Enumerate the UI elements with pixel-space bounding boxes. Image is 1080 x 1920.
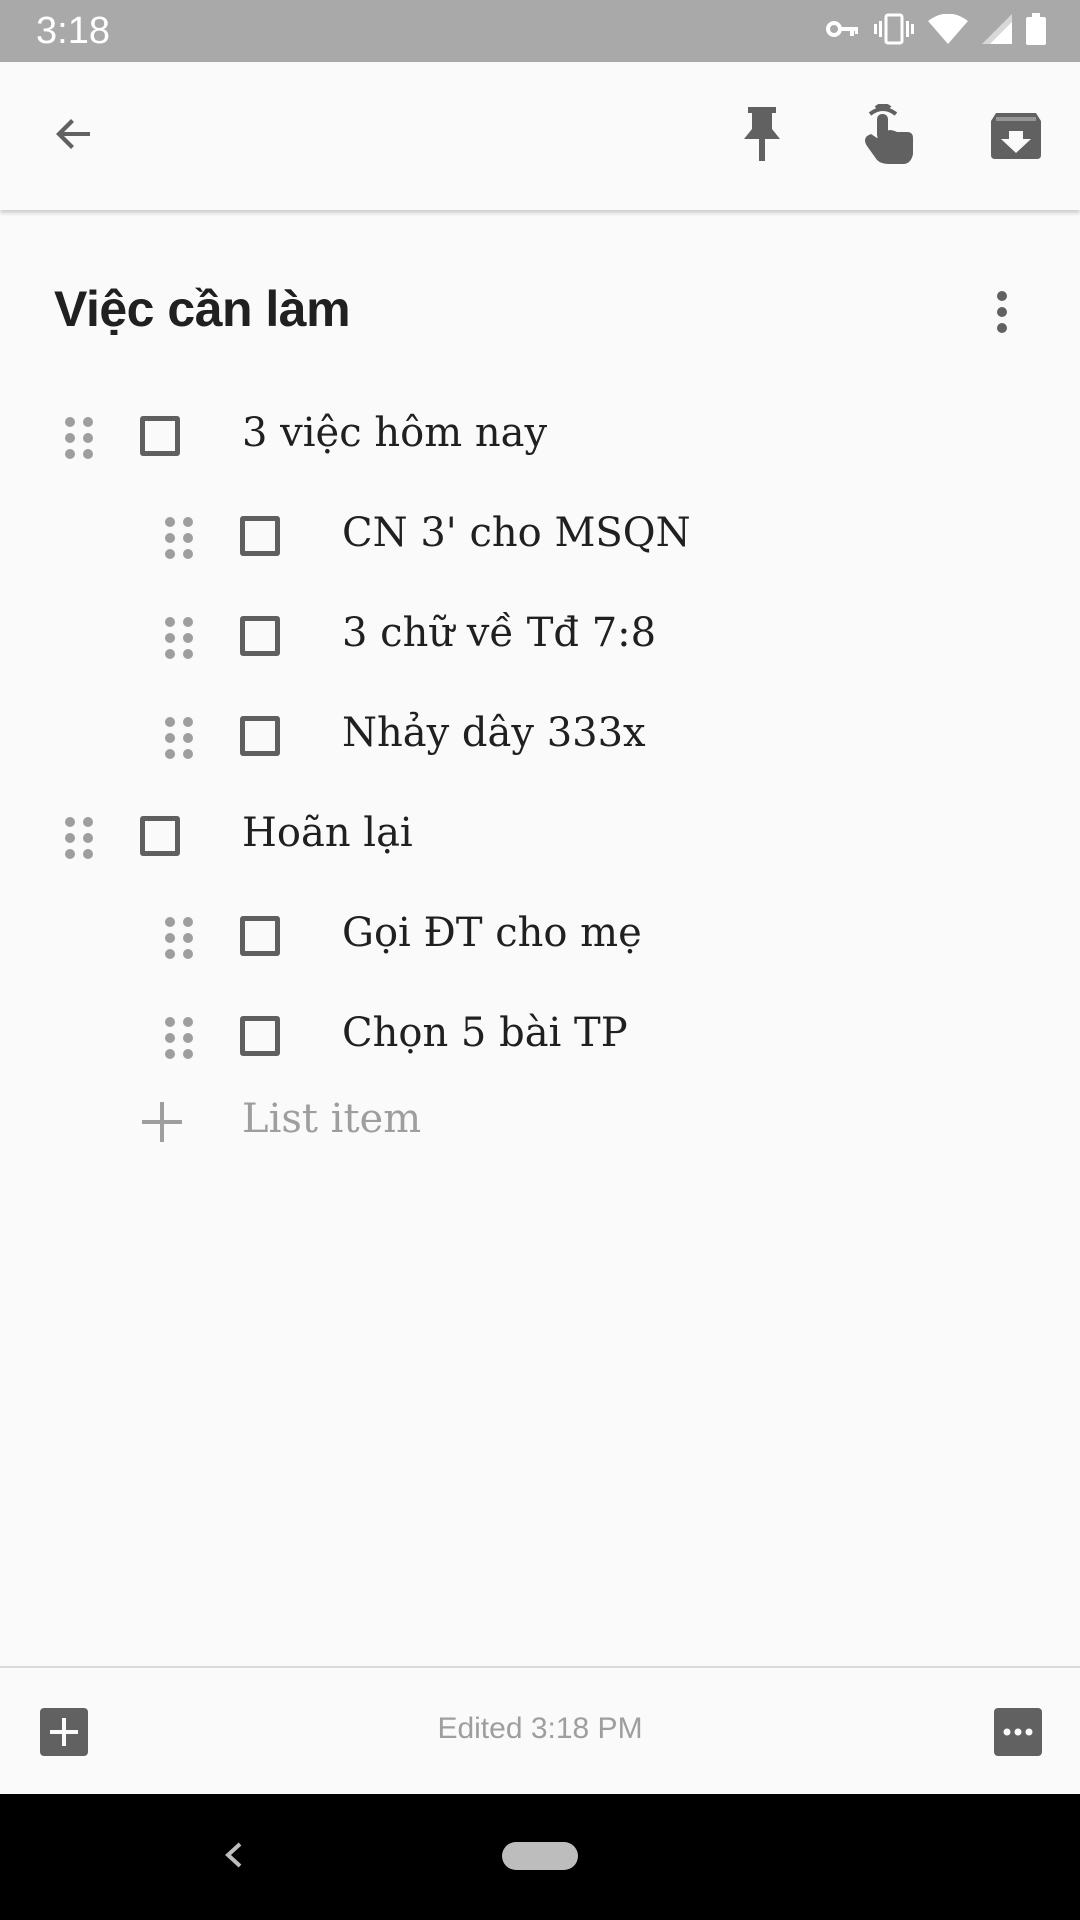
- item-checkbox[interactable]: [240, 616, 280, 656]
- bottom-bar: Edited 3:18 PM: [0, 1668, 1080, 1794]
- item-text[interactable]: 3 việc hôm nay: [242, 410, 547, 456]
- list-item: Chọn 5 bài TP: [0, 988, 1080, 1088]
- plus-icon: [140, 1100, 184, 1144]
- battery-icon: [1026, 12, 1046, 50]
- item-text[interactable]: Chọn 5 bài TP: [342, 1010, 628, 1056]
- drag-handle-icon[interactable]: [160, 516, 200, 560]
- note-title[interactable]: Việc cần làm: [54, 280, 351, 338]
- item-text[interactable]: Nhảy dây 333x: [342, 710, 646, 756]
- item-text[interactable]: Hoãn lại: [242, 810, 413, 856]
- status-bar: 3:18: [0, 0, 1080, 62]
- drag-handle-icon[interactable]: [160, 716, 200, 760]
- item-text[interactable]: 3 chữ về Tđ 7:8: [342, 610, 656, 656]
- drag-handle-icon[interactable]: [160, 916, 200, 960]
- back-button[interactable]: [26, 88, 122, 184]
- add-list-item-row[interactable]: List item: [0, 1088, 1080, 1178]
- wifi-icon: [928, 13, 968, 49]
- checklist: 3 việc hôm nay CN 3' cho MSQN 3 chữ về T…: [0, 388, 1080, 1178]
- back-arrow-icon: [50, 110, 98, 163]
- system-nav-bar: [0, 1794, 1080, 1920]
- nav-back-icon: [225, 1842, 242, 1868]
- add-list-item-placeholder[interactable]: List item: [242, 1096, 421, 1142]
- archive-button[interactable]: [968, 88, 1064, 184]
- note-toolbar: [0, 62, 1080, 210]
- nav-back-button[interactable]: [210, 1830, 260, 1880]
- reminder-hand-icon: [861, 102, 915, 169]
- list-item: 3 việc hôm nay: [0, 388, 1080, 488]
- vibrate-icon: [874, 13, 914, 50]
- edited-timestamp: Edited 3:18 PM: [437, 1712, 643, 1745]
- item-text[interactable]: CN 3' cho MSQN: [342, 510, 691, 556]
- item-checkbox[interactable]: [240, 716, 280, 756]
- pin-button[interactable]: [714, 88, 810, 184]
- vpn-key-icon: [826, 18, 860, 45]
- list-item: CN 3' cho MSQN: [0, 488, 1080, 588]
- more-options-button[interactable]: [976, 276, 1028, 352]
- item-checkbox[interactable]: [140, 816, 180, 856]
- item-checkbox[interactable]: [240, 916, 280, 956]
- item-checkbox[interactable]: [240, 516, 280, 556]
- drag-handle-icon[interactable]: [60, 816, 100, 860]
- status-time: 3:18: [36, 10, 110, 52]
- drag-handle-icon[interactable]: [60, 416, 100, 460]
- reminder-button[interactable]: [840, 88, 936, 184]
- list-item: Nhảy dây 333x: [0, 688, 1080, 788]
- status-icons: [826, 12, 1046, 50]
- nav-home-pill[interactable]: [502, 1842, 578, 1870]
- item-checkbox[interactable]: [140, 416, 180, 456]
- item-checkbox[interactable]: [240, 1016, 280, 1056]
- archive-icon: [991, 109, 1041, 164]
- list-item: 3 chữ về Tđ 7:8: [0, 588, 1080, 688]
- pin-icon: [742, 106, 782, 166]
- drag-handle-icon[interactable]: [160, 1016, 200, 1060]
- list-item: Hoãn lại: [0, 788, 1080, 888]
- more-horiz-icon: [994, 1708, 1042, 1756]
- more-vert-icon: [995, 290, 1009, 339]
- cell-signal-icon: [982, 13, 1012, 49]
- drag-handle-icon[interactable]: [160, 616, 200, 660]
- item-text[interactable]: Gọi ĐT cho mẹ: [342, 910, 642, 956]
- list-item: Gọi ĐT cho mẹ: [0, 888, 1080, 988]
- more-actions-button[interactable]: [994, 1708, 1042, 1756]
